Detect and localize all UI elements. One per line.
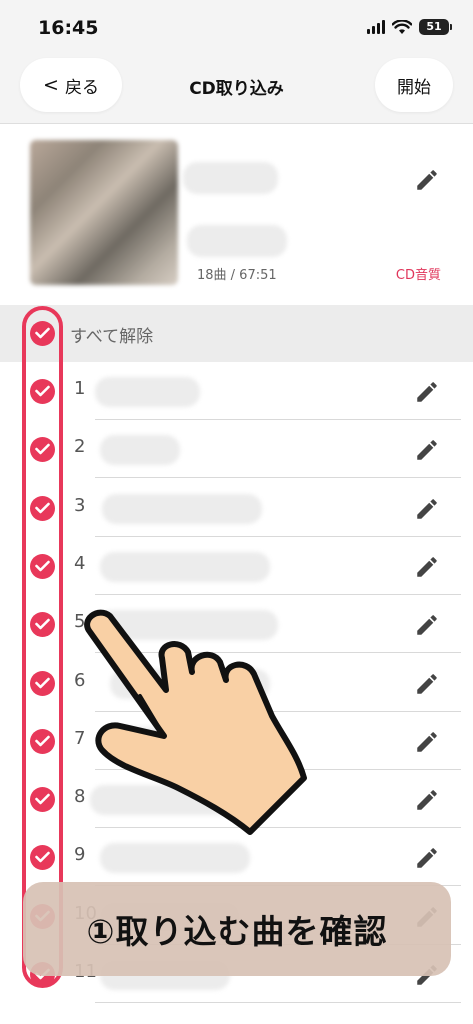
start-button[interactable]: 開始	[375, 58, 453, 112]
status-icons: 51	[367, 19, 452, 35]
pencil-icon[interactable]	[414, 379, 440, 405]
pencil-icon[interactable]	[414, 612, 440, 638]
track-number: 1	[74, 378, 86, 399]
wifi-icon	[392, 19, 412, 34]
track-title-blurred	[102, 493, 262, 524]
pencil-icon[interactable]	[414, 671, 440, 697]
album-artist-blurred	[187, 225, 287, 257]
track-number: 3	[74, 494, 86, 516]
divider	[95, 1002, 461, 1003]
track-title-blurred	[95, 377, 200, 407]
pencil-icon[interactable]	[414, 729, 440, 755]
track-row[interactable]: 4	[0, 537, 473, 595]
track-title-blurred	[100, 551, 270, 582]
hand-pointer-icon	[84, 609, 307, 835]
track-number: 2	[74, 436, 86, 458]
caption-text: ①取り込む曲を確認	[86, 912, 388, 951]
album-header: 18曲 / 67:51 CD音質	[0, 124, 473, 304]
pencil-icon[interactable]	[414, 167, 440, 193]
track-row[interactable]: 2	[0, 420, 473, 479]
status-time: 16:45	[38, 17, 99, 39]
pencil-icon[interactable]	[414, 437, 440, 463]
select-all-row[interactable]: すべて解除	[0, 305, 473, 362]
caption-banner: ①取り込む曲を確認	[23, 882, 451, 976]
track-row[interactable]: 1	[0, 362, 473, 420]
cd-quality-link[interactable]: CD音質	[396, 264, 441, 283]
select-all-label: すべて解除	[70, 327, 154, 347]
track-title-blurred	[100, 435, 180, 466]
pencil-icon[interactable]	[414, 787, 440, 813]
signal-icon	[367, 20, 385, 34]
pencil-icon[interactable]	[414, 554, 440, 580]
nav-bar: < 戻る CD取り込み 開始	[0, 56, 473, 124]
track-number: 4	[74, 552, 86, 574]
pencil-icon[interactable]	[414, 845, 440, 871]
album-meta: 18曲 / 67:51	[197, 268, 277, 283]
album-artwork	[30, 140, 178, 285]
status-bar: 16:45 51	[0, 0, 473, 56]
album-title-blurred	[183, 162, 278, 194]
track-row[interactable]: 3	[0, 479, 473, 537]
battery-icon: 51	[419, 19, 452, 35]
track-number: 9	[74, 844, 86, 866]
track-title-blurred	[100, 843, 250, 874]
pencil-icon[interactable]	[414, 496, 440, 522]
